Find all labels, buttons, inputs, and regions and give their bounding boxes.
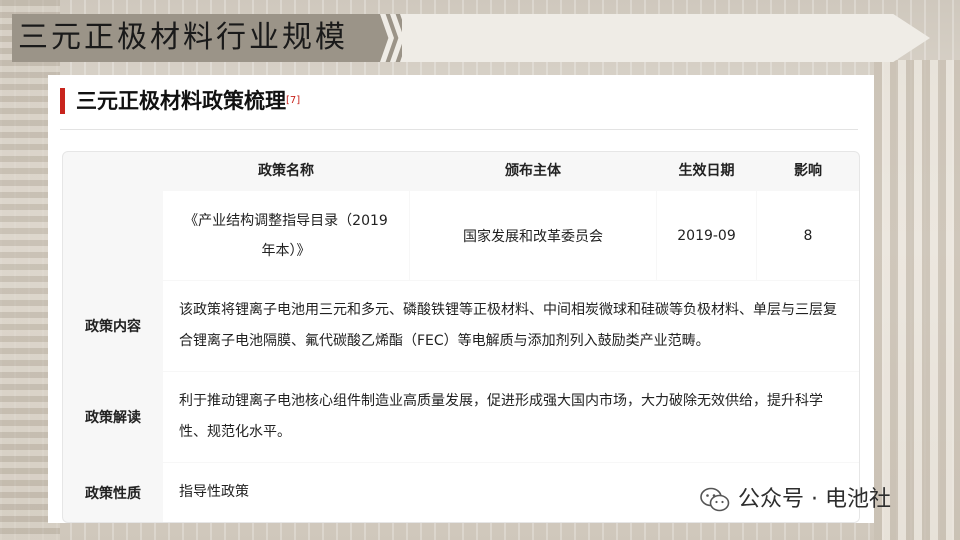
card-title-text: 三元正极材料政策梳理 bbox=[76, 89, 286, 113]
content-card: 三元正极材料政策梳理[7] 政策名称 颁布主体 生效日期 影响 《产业结构调整指… bbox=[48, 75, 874, 523]
header-date: 生效日期 bbox=[678, 163, 735, 179]
watermark: 公众号 · 电池社 bbox=[700, 483, 891, 517]
header-name: 政策名称 bbox=[258, 163, 314, 179]
policy-impact: 8 bbox=[803, 227, 813, 244]
row-content-cell: 该政策将锂离子电池用三元和多元、磷酸铁锂等正极材料、中间相炭微球和硅碳等负极材料… bbox=[163, 281, 859, 371]
wechat-icon bbox=[700, 487, 730, 512]
row-interpretation-cell: 利于推动锂离子电池核心组件制造业高质量发展，促进形成强大国内市场，大力破除无效供… bbox=[163, 372, 859, 462]
policy-name: 《产业结构调整指导目录（2019年本）》 bbox=[184, 212, 388, 259]
policy-name-cell: 《产业结构调整指导目录（2019年本）》 bbox=[163, 191, 409, 280]
row-content-text: 该政策将锂离子电池用三元和多元、磷酸铁锂等正极材料、中间相炭微球和硅碳等负极材料… bbox=[179, 302, 837, 349]
policy-date-cell: 2019-09 bbox=[657, 191, 756, 280]
policy-impact-cell: 8 bbox=[757, 191, 859, 280]
row-label-interpretation: 政策解读 bbox=[85, 410, 141, 426]
background-right-decoration bbox=[874, 60, 960, 540]
title-accent-bar bbox=[60, 88, 65, 114]
title-chevrons bbox=[380, 14, 414, 62]
policy-date: 2019-09 bbox=[677, 227, 736, 244]
row-label-content: 政策内容 bbox=[85, 319, 141, 335]
policy-table: 政策名称 颁布主体 生效日期 影响 《产业结构调整指导目录（2019年本）》 国… bbox=[62, 151, 860, 523]
policy-issuer: 国家发展和改革委员会 bbox=[463, 228, 603, 245]
row-label-nature: 政策性质 bbox=[85, 485, 141, 502]
row-nature-text: 指导性政策 bbox=[179, 484, 249, 500]
chevron-icon bbox=[380, 14, 394, 62]
policy-issuer-cell: 国家发展和改革委员会 bbox=[410, 191, 656, 280]
header-issuer: 颁布主体 bbox=[505, 163, 561, 179]
card-title: 三元正极材料政策梳理[7] bbox=[76, 85, 300, 117]
header-impact: 影响 bbox=[794, 163, 822, 179]
divider bbox=[60, 129, 858, 130]
row-interpretation-text: 利于推动锂离子电池核心组件制造业高质量发展，促进形成强大国内市场，大力破除无效供… bbox=[179, 393, 823, 440]
watermark-text: 公众号 · 电池社 bbox=[738, 487, 891, 512]
page-title: 三元正极材料行业规模 bbox=[18, 20, 348, 55]
citation-link[interactable]: [7] bbox=[286, 95, 300, 106]
